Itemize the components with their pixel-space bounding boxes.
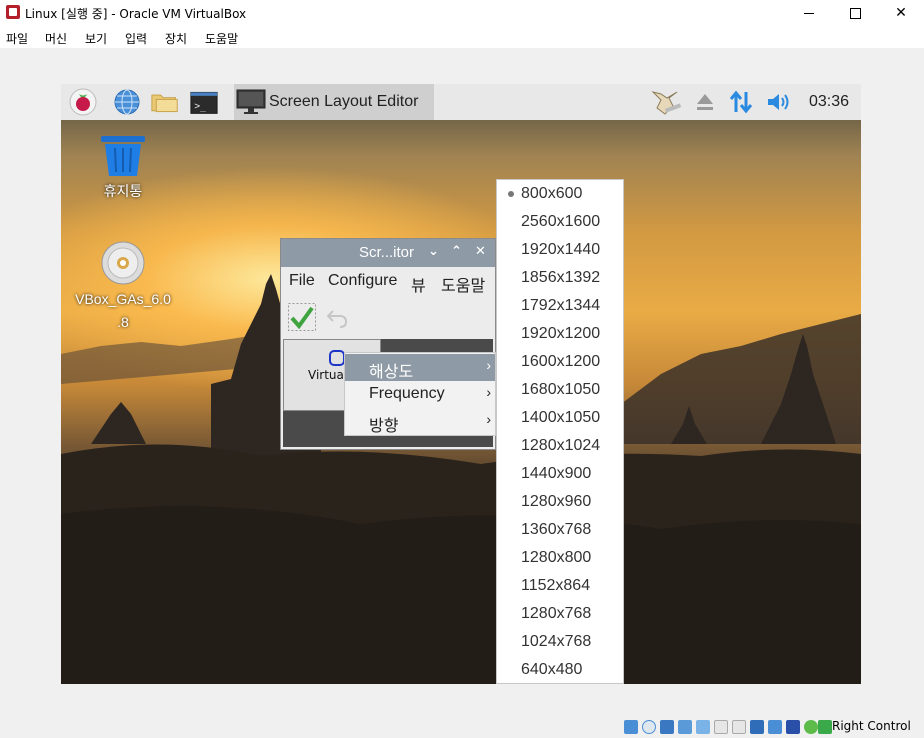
resolution-option[interactable]: 1856x1392 bbox=[521, 269, 600, 287]
display-icon[interactable] bbox=[732, 720, 746, 734]
resolution-submenu: 800x600 2560x1600 1920x1440 1856x1392 17… bbox=[496, 179, 624, 684]
clock: 03:36 bbox=[809, 93, 850, 110]
menu-item-resolution[interactable]: 해상도 › bbox=[345, 354, 495, 381]
virtualbox-icon bbox=[6, 5, 20, 19]
virtualization-icon[interactable] bbox=[786, 720, 800, 734]
resolution-option[interactable]: 1920x1200 bbox=[521, 325, 600, 343]
usb-icon[interactable] bbox=[696, 720, 710, 734]
resolution-option[interactable]: 1440x900 bbox=[521, 465, 591, 483]
raspberry-menu-icon[interactable] bbox=[69, 88, 97, 116]
menu-machine[interactable]: 머신 bbox=[45, 30, 67, 47]
chevron-up-icon[interactable]: ⌃ bbox=[451, 244, 462, 259]
apply-checkmark-icon[interactable] bbox=[288, 303, 316, 331]
bluetooth-pi-icon[interactable] bbox=[647, 88, 683, 116]
resolution-option[interactable]: 1400x1050 bbox=[521, 409, 600, 427]
resolution-option[interactable]: 1280x768 bbox=[521, 605, 591, 623]
undo-icon[interactable] bbox=[325, 307, 349, 329]
resolution-option[interactable]: 1280x960 bbox=[521, 493, 591, 511]
audio-icon[interactable] bbox=[660, 720, 674, 734]
web-browser-icon[interactable] bbox=[113, 88, 141, 116]
file-manager-icon[interactable] bbox=[151, 88, 179, 116]
editor-menu-configure[interactable]: Configure bbox=[328, 272, 397, 290]
terminal-icon[interactable]: >_ bbox=[190, 88, 218, 116]
trash-label: 휴지통 bbox=[103, 183, 143, 199]
editor-menu-file[interactable]: File bbox=[289, 272, 315, 290]
window-title: Linux [실행 중] - Oracle VM VirtualBox bbox=[25, 7, 247, 21]
chevron-right-icon: › bbox=[486, 357, 491, 373]
hard-disk-icon[interactable] bbox=[624, 720, 638, 734]
resolution-option[interactable]: 2560x1600 bbox=[521, 213, 600, 231]
resolution-option[interactable]: 1024x768 bbox=[521, 633, 591, 651]
svg-text:>_: >_ bbox=[194, 101, 206, 112]
window-title-bar[interactable]: Linux [실행 중] - Oracle VM VirtualBox ✕ bbox=[0, 0, 924, 26]
menu-item-frequency[interactable]: Frequency › bbox=[345, 381, 495, 408]
resolution-option[interactable]: 1680x1050 bbox=[521, 381, 600, 399]
vm-screen[interactable]: >_ Screen Layout Editor 03:36 휴지통 VBox_G… bbox=[61, 84, 861, 684]
menu-input[interactable]: 입력 bbox=[125, 30, 147, 47]
maximize-button[interactable] bbox=[832, 0, 878, 26]
shared-folders-icon[interactable] bbox=[714, 720, 728, 734]
guest-additions-icon[interactable] bbox=[804, 720, 818, 734]
monitor-handle-icon bbox=[329, 350, 345, 366]
taskbar-task-label: Screen Layout Editor bbox=[269, 93, 419, 110]
menu-file[interactable]: 파일 bbox=[6, 30, 28, 47]
cd-label-line1: VBox_GAs_6.0 bbox=[75, 291, 171, 307]
resolution-option[interactable]: 1280x1024 bbox=[521, 437, 600, 455]
close-button[interactable]: ✕ bbox=[878, 0, 924, 26]
recording-icon[interactable] bbox=[750, 720, 764, 734]
network-icon[interactable] bbox=[727, 88, 755, 116]
menu-item-label: 해상도 bbox=[369, 364, 414, 381]
editor-menu-help[interactable]: 도움말 bbox=[441, 272, 485, 296]
status-bar: Right Control bbox=[0, 716, 924, 738]
menu-help[interactable]: 도움말 bbox=[205, 30, 238, 47]
resolution-option[interactable]: 1280x800 bbox=[521, 549, 591, 567]
minimize-button[interactable] bbox=[786, 0, 832, 26]
chevron-right-icon: › bbox=[486, 411, 491, 427]
cd-label-line2: .8 bbox=[117, 314, 129, 330]
trash-icon[interactable] bbox=[99, 134, 147, 178]
resolution-option[interactable]: 640x480 bbox=[521, 661, 582, 679]
resolution-option[interactable]: 1920x1440 bbox=[521, 241, 600, 259]
resolution-option[interactable]: 800x600 bbox=[521, 185, 582, 203]
resolution-option[interactable]: 1600x1200 bbox=[521, 353, 600, 371]
cpu-icon[interactable] bbox=[768, 720, 782, 734]
eject-icon[interactable] bbox=[691, 88, 719, 116]
host-key-label: Right Control bbox=[832, 719, 911, 733]
monitor-label: Virtua bbox=[308, 368, 344, 382]
chevron-right-icon: › bbox=[486, 384, 491, 400]
keyboard-capture-icon[interactable] bbox=[818, 720, 832, 734]
menu-item-label: 방향 bbox=[369, 418, 399, 435]
menu-item-orientation[interactable]: 방향 › bbox=[345, 408, 495, 435]
menu-devices[interactable]: 장치 bbox=[165, 30, 187, 47]
optical-drive-icon[interactable] bbox=[642, 720, 656, 734]
menu-item-label: Frequency bbox=[369, 385, 445, 402]
editor-title-bar[interactable]: Scr...itor ⌄ ⌃ ✕ bbox=[281, 239, 495, 267]
cd-icon[interactable] bbox=[101, 241, 145, 285]
menu-view[interactable]: 보기 bbox=[85, 30, 107, 47]
close-icon[interactable]: ✕ bbox=[475, 244, 486, 259]
resolution-option[interactable]: 1792x1344 bbox=[521, 297, 600, 315]
volume-icon[interactable] bbox=[765, 88, 793, 116]
monitor-icon bbox=[236, 89, 266, 114]
resolution-option[interactable]: 1360x768 bbox=[521, 521, 591, 539]
editor-menu-view[interactable]: 뷰 bbox=[411, 272, 426, 296]
resolution-option[interactable]: 1152x864 bbox=[521, 577, 590, 595]
editor-title: Scr...itor bbox=[359, 244, 415, 261]
selected-bullet-icon bbox=[508, 191, 514, 197]
network-adapter-icon[interactable] bbox=[678, 720, 692, 734]
taskbar: >_ Screen Layout Editor 03:36 bbox=[61, 84, 861, 120]
host-menubar: 파일 머신 보기 입력 장치 도움말 bbox=[0, 26, 924, 48]
chevron-down-icon[interactable]: ⌄ bbox=[428, 244, 439, 259]
monitor-context-menu: 해상도 › Frequency › 방향 › bbox=[344, 352, 496, 436]
